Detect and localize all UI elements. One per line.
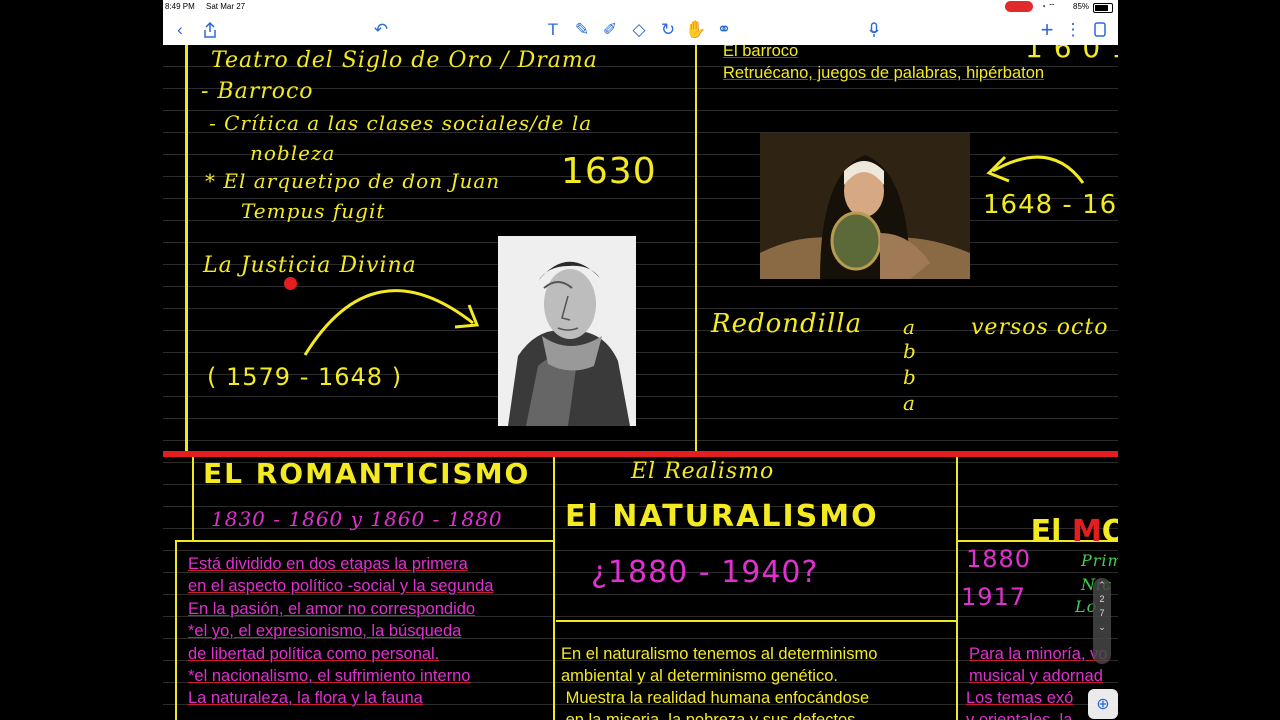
status-bar: 8:49 PM Sat Mar 27 ◔ ⌔ 85% [163,0,1118,14]
naturalismo-line-4: en la miseria, la pobreza y sus defectos [561,711,856,720]
add-icon[interactable]: + [1034,14,1060,45]
teatro-title: Teatro del Siglo de Oro / Drama [211,48,598,73]
scroll-down-icon[interactable]: ⌄ [1093,620,1111,634]
microphone-icon[interactable] [861,14,887,45]
modernismo-title-o: O [1101,514,1118,549]
romanticismo-line-3: En la pasión, el amor no correspondido [188,600,476,618]
notes-app: 8:49 PM Sat Mar 27 ◔ ⌔ 85% ‹ ↶ T ✎ ✐ ◇ ↻… [163,0,1118,720]
table-line-romanticismo-bottom [175,540,555,542]
naturalismo-line-2: ambiental y al determinismo genético. [561,667,838,685]
romanticismo-line-1: Está dividido en dos etapas la primera [188,555,468,573]
realismo-subtitle: El Realismo [631,459,775,484]
romanticismo-dates: 1830 - 1860 y 1860 - 1880 [211,507,503,531]
status-battery: 85% [1073,2,1090,11]
status-date: Sat Mar 27 [206,2,246,11]
naturalismo-title: El NATURALISMO [565,499,879,534]
frame-line-center [695,45,697,451]
modernismo-line-2: musical y adornad [969,667,1103,685]
note-canvas[interactable]: Teatro del Siglo de Oro / Drama - Barroc… [163,45,1118,720]
teatro-year: 1630 [561,151,657,192]
screen-recording-icon [1005,1,1033,12]
arrow-to-portrait-icon [303,289,480,356]
teatro-arquetipo: * El arquetipo de don Juan [205,169,501,193]
table-line-col2 [956,457,958,720]
sor-juana-retruecano: Retruécano, juegos de palabras, hipérbat… [723,64,1045,82]
zoom-icon[interactable]: ⊕ [1088,689,1118,719]
rhyme-a2: a [903,391,916,415]
romanticismo-line-5: de libertad política como personal. [188,645,440,663]
undo-icon[interactable]: ↶ [368,14,394,45]
rhyme-b1: b [903,339,917,363]
scroll-up-icon[interactable]: ⌃ [1093,578,1111,592]
page-scroller[interactable]: ⌃ 2 7 ⌄ [1093,578,1111,664]
highlighter-icon[interactable]: ✐ [597,14,623,45]
modernismo-line-1: Para la minoría, vo [969,645,1108,663]
wifi-icon: ◔ ⌔ [1041,2,1056,11]
eraser-icon[interactable]: ◇ [626,14,652,45]
modernismo-line-3: Los temas exó [966,689,1074,707]
modernismo-dates-top: 1880 [966,545,1032,573]
naturalismo-line-1: En el naturalismo tenemos al determinism… [561,645,878,663]
romanticismo-title: EL ROMANTICISMO [203,457,531,490]
link-icon[interactable]: ⚭ [711,14,737,45]
modernismo-line-4: y orientales, la [966,711,1073,720]
toolbar: ‹ ↶ T ✎ ✐ ◇ ↻ ✋ ⚭ + ⋮ [163,14,1118,46]
teatro-barroco: - Barroco [201,79,314,104]
redondilla-label: Redondilla [711,309,863,339]
modernismo-title-m: M [1071,514,1102,549]
romanticismo-line-2: en el aspecto político -social y la segu… [188,577,494,595]
table-line-left-upper [192,457,194,541]
lasso-icon[interactable]: ↻ [655,14,681,45]
pages-icon[interactable] [1087,14,1113,45]
modernismo-title-el: El [1030,514,1072,549]
teatro-critica: - Crítica a las clases sociales/de la [209,111,593,135]
teatro-nobleza: nobleza [250,141,336,165]
romanticismo-line-6: *el nacionalismo, el sufrimiento interno [188,667,471,685]
more-icon[interactable]: ⋮ [1060,14,1086,45]
naturalismo-dates: ¿1880 - 1940? [591,555,819,590]
rhyme-b2: b [903,365,917,389]
teatro-dates: ( 1579 - 1648 ) [207,363,403,391]
table-line-left-lower [175,540,177,720]
versos-octo: versos octo [971,315,1109,340]
table-line-col1 [553,457,555,720]
text-tool-icon[interactable]: T [540,14,566,45]
naturalismo-line-3: Muestra la realidad humana enfocándose [561,689,870,707]
modernismo-side-note-1: Prim [1081,551,1118,570]
battery-icon [1093,3,1113,13]
pen-icon[interactable]: ✎ [569,14,595,45]
status-time: 8:49 PM [165,2,195,11]
romanticismo-line-4: *el yo, el expresionismo, la búsqueda [188,622,462,640]
modernismo-dates-bottom: 1917 [961,583,1027,611]
page-indicator-top: 2 [1099,594,1105,604]
rhyme-a1: a [903,315,916,339]
table-line-naturalismo-row [556,620,956,622]
sor-juana-barroco: El barroco [723,45,799,60]
share-icon[interactable] [197,14,223,45]
frame-line-left [185,45,188,451]
page-indicator-bottom: 7 [1099,608,1105,618]
hand-icon[interactable]: ✋ [683,14,709,45]
sor-juana-dates: 1648 - 1695 [983,190,1118,220]
back-chevron-icon[interactable]: ‹ [167,14,193,45]
teatro-tempus: Tempus fugit [241,199,386,223]
sor-juana-portrait-image [760,133,970,279]
tirso-portrait-image [498,236,636,426]
romanticismo-line-7: La naturaleza, la flora y la fauna [188,689,423,707]
